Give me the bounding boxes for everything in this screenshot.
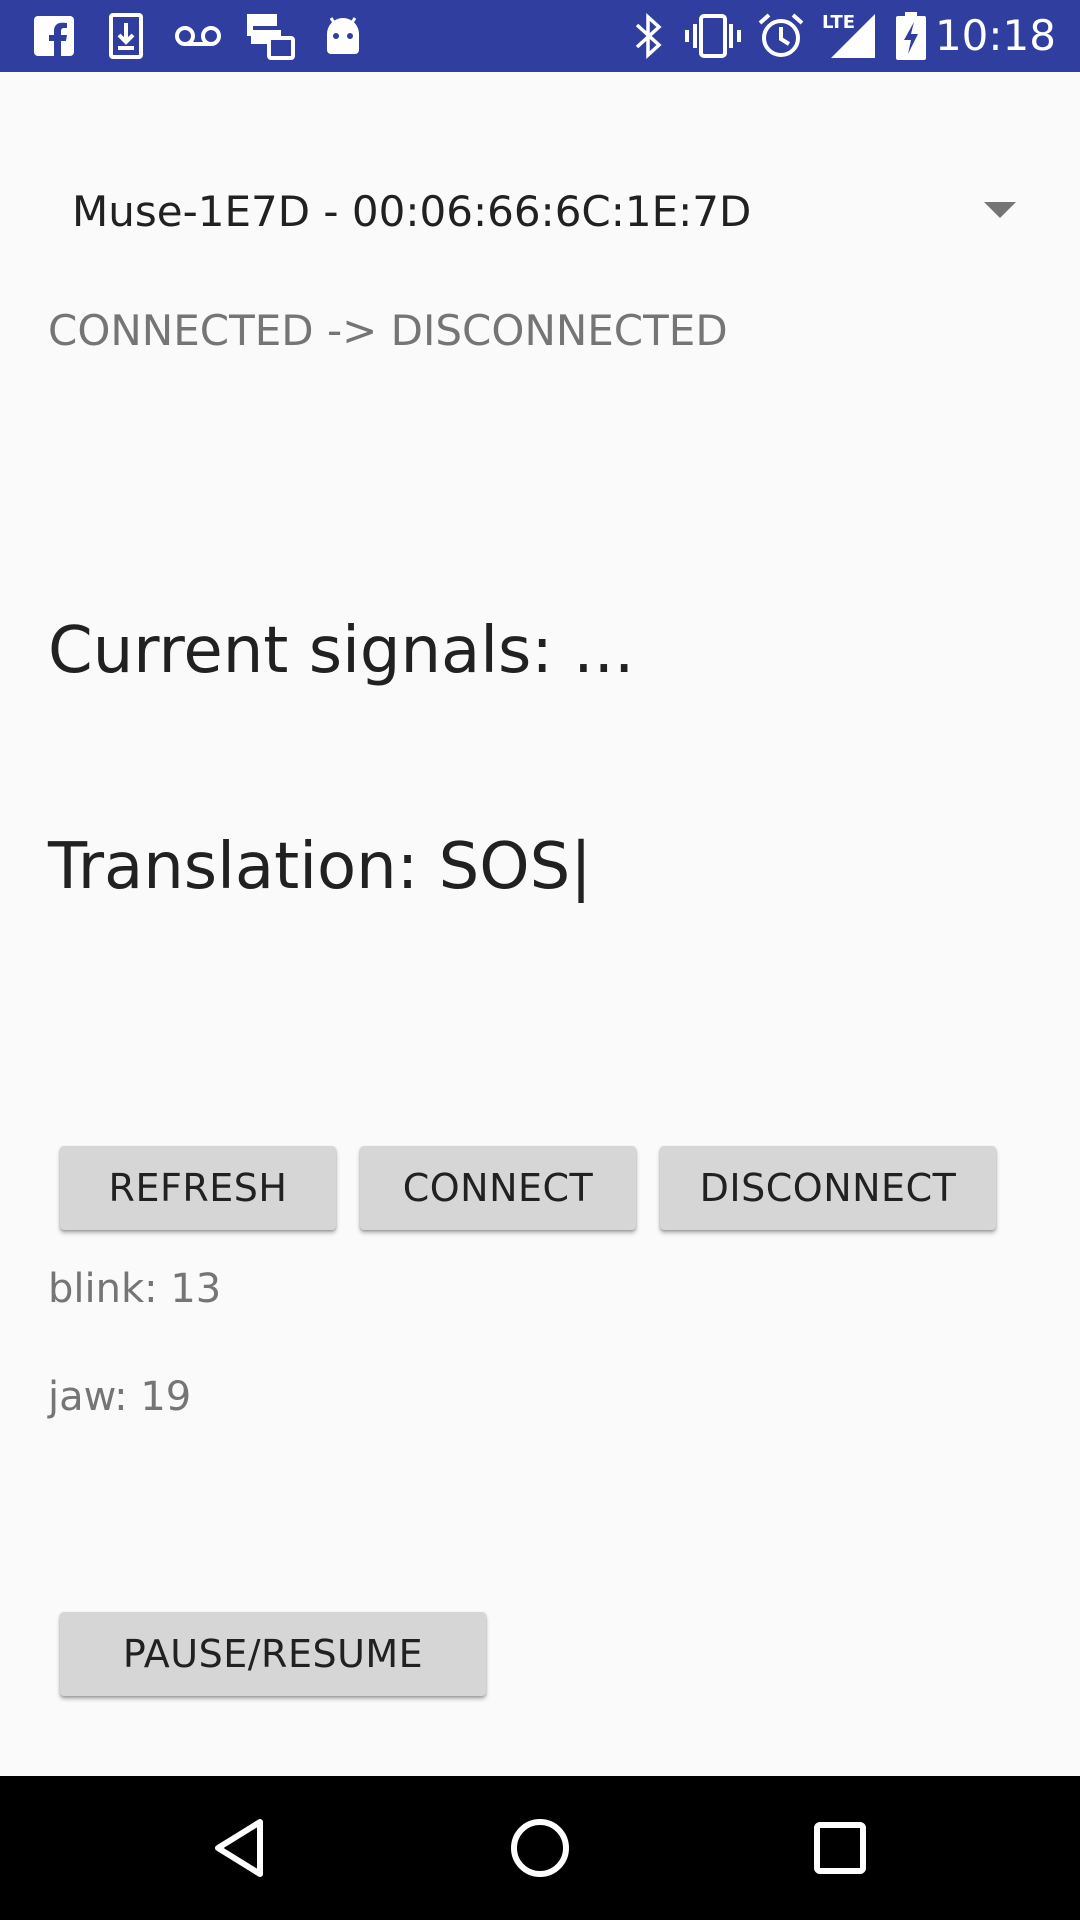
blink-counter: blink: 13 [48, 1266, 222, 1312]
refresh-button[interactable]: REFRESH [60, 1146, 336, 1230]
signal-icon: LTE [820, 12, 876, 60]
android-icon [320, 12, 366, 60]
navigation-bar [0, 1776, 1080, 1920]
message-icon [244, 12, 296, 60]
disconnect-button[interactable]: DISCONNECT [660, 1146, 996, 1230]
battery-charging-icon [894, 12, 928, 60]
network-type-label: LTE [822, 12, 856, 33]
app-screen: LTE 10:18 Muse-1E7D - 00:06:66:6C:1E:7D … [0, 0, 1080, 1920]
selected-device: Muse-1E7D - 00:06:66:6C:1E:7D [72, 187, 752, 236]
download-icon [104, 12, 148, 60]
voicemail-icon [172, 12, 224, 60]
recents-icon[interactable] [804, 1812, 876, 1884]
alarm-icon [756, 12, 806, 60]
current-signals: Current signals: ... [48, 614, 635, 688]
facebook-icon [32, 12, 76, 60]
status-bar: LTE 10:18 [0, 0, 1080, 72]
jaw-counter: jaw: 19 [48, 1374, 192, 1420]
clock-time: 10:18 [934, 11, 1056, 60]
device-spinner[interactable]: Muse-1E7D - 00:06:66:6C:1E:7D [48, 170, 1032, 254]
back-icon[interactable] [204, 1812, 276, 1884]
dropdown-arrow-icon [984, 202, 1016, 218]
bluetooth-icon [628, 12, 668, 60]
home-icon[interactable] [504, 1812, 576, 1884]
translation-text: Translation: SOS| [48, 830, 592, 904]
connection-status: CONNECTED -> DISCONNECTED [48, 306, 728, 355]
connect-button[interactable]: CONNECT [360, 1146, 636, 1230]
vibrate-icon [684, 12, 742, 60]
pause-resume-button[interactable]: PAUSE/RESUME [60, 1612, 486, 1696]
